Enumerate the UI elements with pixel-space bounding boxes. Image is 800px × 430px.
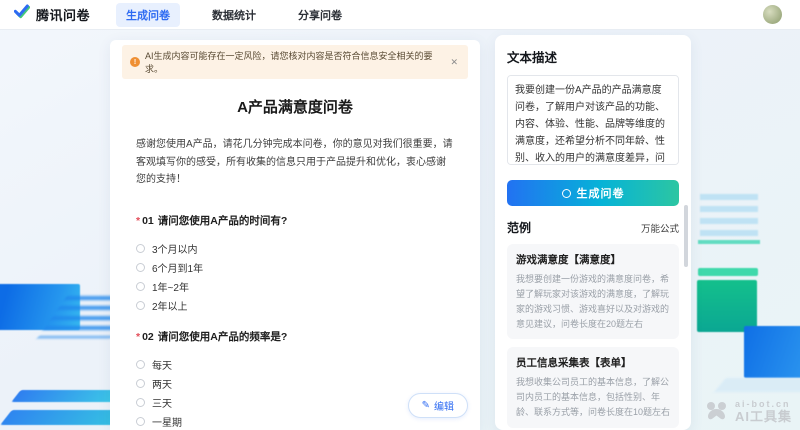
example-card-title: 游戏满意度【满意度】	[516, 252, 670, 267]
example-card-body: 我想收集公司员工的基本信息，了解公司内员工的基本信息，包括性别、年龄、联系方式等…	[516, 375, 670, 420]
question-2-label: *02 请问您使用A产品的频率是?	[136, 329, 454, 344]
radio-option[interactable]: 1年~2年	[136, 277, 454, 296]
question-text: 请问您使用A产品的频率是?	[158, 331, 288, 343]
examples-title: 范例	[507, 219, 531, 236]
logo-check-icon	[14, 4, 30, 25]
radio-option[interactable]: 每天	[136, 355, 454, 374]
ai-bot-logo-icon	[703, 401, 729, 423]
tab-share-survey[interactable]: 分享问卷	[288, 3, 352, 27]
required-mark: *	[136, 331, 140, 343]
decoration-blue-cube-right	[744, 326, 800, 378]
survey-preview-card: ! AI生成内容可能存在一定风险，请您核对内容是否符合信息安全相关的要求。 ✕ …	[110, 40, 480, 430]
radio-icon	[136, 282, 145, 291]
user-avatar[interactable]	[763, 5, 782, 24]
radio-option[interactable]: 3个月以内	[136, 239, 454, 258]
question-number: 01	[142, 215, 154, 227]
decoration-blue-cube-left	[0, 284, 80, 330]
radio-icon	[136, 263, 145, 272]
question-text: 请问您使用A产品的时间有?	[158, 215, 288, 227]
question-1: *01请问您使用A产品的时间有? 3个月以内 6个月到1年 1年~2年 2年以	[136, 213, 454, 315]
example-card-body: 我想要创建一份游戏的满意度问卷，希望了解玩家对该游戏的满意度，了解玩家的游戏习惯…	[516, 272, 670, 331]
edit-icon: ✎	[422, 401, 430, 411]
radio-option[interactable]: 一星期	[136, 412, 454, 430]
survey-title: A产品满意度问卷	[110, 96, 480, 117]
survey-description: 感谢您使用A产品，请花几分钟完成本问卷，你的意见对我们很重要，请客观填写你的感受…	[136, 136, 454, 189]
radio-option[interactable]: 2年以上	[136, 296, 454, 315]
radio-option[interactable]: 6个月到1年	[136, 258, 454, 277]
generation-sidebar: 文本描述 我要创建一份A产品的产品满意度问卷，了解用户对该产品的功能、内容、体验…	[495, 35, 691, 430]
radio-icon	[136, 398, 145, 407]
watermark-name: AI工具集	[735, 410, 792, 424]
logo-text: 腾讯问卷	[36, 5, 90, 24]
decoration-green-block-right	[697, 280, 757, 332]
generate-button-label: 生成问卷	[577, 185, 625, 201]
example-card-employee-form[interactable]: 员工信息采集表【表单】 我想收集公司员工的基本信息，了解公司内员工的基本信息，包…	[507, 347, 679, 428]
text-description-title: 文本描述	[507, 47, 679, 66]
decoration-base-right	[714, 378, 800, 392]
required-mark: *	[136, 215, 140, 227]
radio-icon	[136, 244, 145, 253]
question-1-label: *01 请问您使用A产品的时间有?	[136, 213, 454, 228]
examples-header: 范例 万能公式	[507, 219, 679, 236]
warning-text: AI生成内容可能存在一定风险，请您核对内容是否符合信息安全相关的要求。	[145, 49, 443, 75]
top-navbar: 腾讯问卷 生成问卷 数据统计 分享问卷	[0, 0, 800, 30]
close-icon[interactable]: ✕	[448, 57, 460, 68]
generate-ring-icon	[562, 189, 571, 198]
example-card-game-satisfaction[interactable]: 游戏满意度【满意度】 我想要创建一份游戏的满意度问卷，希望了解玩家对该游戏的满意…	[507, 244, 679, 339]
edit-button[interactable]: ✎ 编辑	[408, 393, 468, 418]
decoration-teal-line-right	[698, 240, 760, 244]
question-2: *02 请问您使用A产品的频率是? 每天 两天 三天 一星期	[136, 329, 454, 430]
ai-bot-watermark: ai-bot.cn AI工具集	[703, 400, 792, 424]
nav-tabs: 生成问卷 数据统计 分享问卷	[116, 3, 352, 27]
scrollbar-thumb[interactable]	[684, 205, 688, 267]
ai-warning-banner: ! AI生成内容可能存在一定风险，请您核对内容是否符合信息安全相关的要求。 ✕	[122, 45, 468, 79]
generate-survey-button[interactable]: 生成问卷	[507, 180, 679, 206]
question-1-options: 3个月以内 6个月到1年 1年~2年 2年以上	[136, 239, 454, 315]
radio-icon	[136, 379, 145, 388]
example-card-title: 员工信息采集表【表单】	[516, 355, 670, 370]
radio-icon	[136, 301, 145, 310]
radio-option[interactable]: 两天	[136, 374, 454, 393]
radio-icon	[136, 360, 145, 369]
question-2-options: 每天 两天 三天 一星期 其他	[136, 355, 454, 430]
tab-generate-survey[interactable]: 生成问卷	[116, 3, 180, 27]
decoration-slats-right	[700, 194, 758, 238]
examples-list: 游戏满意度【满意度】 我想要创建一份游戏的满意度问卷，希望了解玩家对该游戏的满意…	[507, 244, 679, 430]
prompt-textarea[interactable]: 我要创建一份A产品的产品满意度问卷，了解用户对该产品的功能、内容、体验、性能、品…	[507, 75, 679, 165]
edit-button-label: 编辑	[434, 398, 454, 413]
watermark-text: ai-bot.cn AI工具集	[735, 400, 792, 424]
question-number: 02	[142, 331, 154, 343]
radio-icon	[136, 417, 145, 426]
warning-icon: !	[130, 57, 140, 67]
radio-option[interactable]: 三天	[136, 393, 454, 412]
app-root: 腾讯问卷 生成问卷 数据统计 分享问卷 ! AI生成内容可能存在一定风险，请您核…	[0, 0, 800, 430]
tab-data-statistics[interactable]: 数据统计	[202, 3, 266, 27]
decoration-green-slat-right	[698, 268, 758, 276]
app-logo: 腾讯问卷	[14, 4, 90, 25]
universal-formula-link[interactable]: 万能公式	[641, 221, 679, 235]
